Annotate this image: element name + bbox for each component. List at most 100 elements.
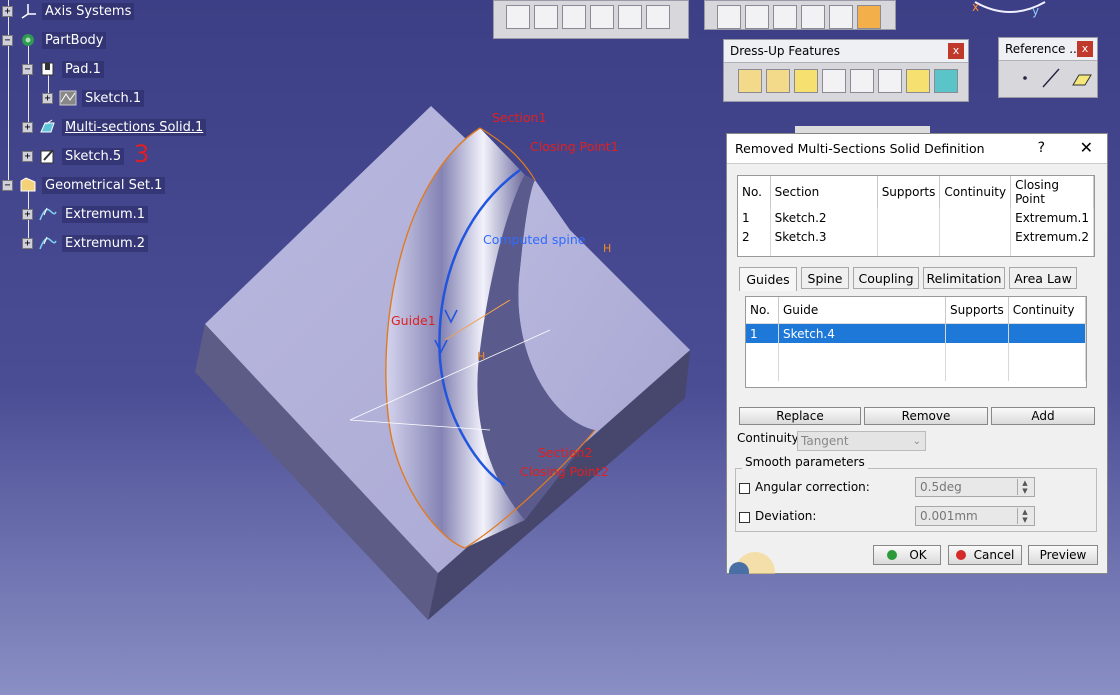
extremum-icon — [39, 236, 57, 250]
cancel-button[interactable]: Cancel — [948, 545, 1022, 565]
chevron-down-icon: ⌄ — [912, 436, 921, 447]
remove-face-button[interactable] — [906, 69, 930, 93]
replace-button[interactable]: Replace — [739, 407, 861, 425]
continuity-select[interactable]: Tangent ⌄ — [797, 431, 926, 451]
dressup-features-toolbar: Dress-Up Features x — [723, 39, 969, 102]
table-cell: 2 — [738, 227, 771, 246]
toolbar-button[interactable] — [745, 5, 769, 29]
tree-item-partbody[interactable]: − PartBody — [0, 29, 107, 51]
toolbar-button[interactable] — [801, 5, 825, 29]
help-button[interactable]: ? — [1038, 140, 1045, 156]
table-cell: Sketch.2 — [770, 208, 878, 227]
continuity-label: Continuity: — [737, 431, 802, 445]
tree-item-geometrical-set[interactable]: − Geometrical Set.1 — [0, 174, 166, 196]
h-marker-label: H — [477, 350, 486, 363]
spinner-arrows-icon[interactable]: ▲ ▼ — [1017, 508, 1032, 524]
toolbar-close-button[interactable]: x — [948, 43, 964, 59]
table-cell — [939, 208, 1012, 227]
toolbar-button[interactable] — [590, 5, 614, 29]
tree-label: Axis Systems — [42, 2, 135, 20]
toolbar-button[interactable] — [646, 5, 670, 29]
table-row[interactable] — [738, 246, 1094, 256]
spinner-arrows-icon[interactable]: ▲ ▼ — [1017, 479, 1032, 495]
table-cell: 1 — [746, 323, 779, 343]
tab-spine[interactable]: Spine — [801, 267, 849, 289]
tree-label: Geometrical Set.1 — [42, 176, 166, 194]
tree-item-extremum2[interactable]: + Extremum.2 — [20, 232, 149, 254]
toolbar-button[interactable] — [562, 5, 586, 29]
column-header: Guide — [778, 297, 946, 324]
chamfer-button[interactable] — [766, 69, 790, 93]
table-row[interactable]: 1 Sketch.2 Extremum.1 — [738, 208, 1094, 227]
expand-icon[interactable]: + — [42, 93, 53, 104]
tree-label: Extremum.1 — [62, 205, 149, 223]
deviation-checkbox[interactable] — [739, 512, 750, 523]
tree-label: Multi-sections Solid.1 — [62, 118, 207, 136]
plane-icon[interactable] — [1072, 74, 1092, 86]
expand-icon[interactable]: + — [2, 6, 13, 17]
line-icon[interactable] — [1042, 68, 1060, 88]
toolbar-button[interactable] — [717, 5, 741, 29]
table-row[interactable] — [746, 343, 1086, 362]
expand-icon[interactable]: + — [22, 122, 33, 133]
tree-item-axis-systems[interactable]: + Axis Systems — [0, 0, 135, 22]
tree-item-multisections-solid[interactable]: + Multi-sections Solid.1 — [20, 116, 207, 138]
angular-correction-field[interactable]: 0.5deg ▲ ▼ — [915, 477, 1035, 497]
toolbar-close-button[interactable]: x — [1077, 41, 1093, 57]
tree-label: Extremum.2 — [62, 234, 149, 252]
angular-correction-checkbox[interactable] — [739, 483, 750, 494]
shell-button[interactable] — [822, 69, 846, 93]
preview-button[interactable]: Preview — [1028, 545, 1098, 565]
deviation-label: Deviation: — [755, 509, 817, 523]
toolbar-button[interactable] — [773, 5, 797, 29]
tab-relimitation[interactable]: Relimitation — [923, 267, 1005, 289]
table-row[interactable] — [746, 362, 1086, 381]
cancel-label: Cancel — [973, 548, 1015, 562]
expand-icon[interactable]: + — [22, 151, 33, 162]
closing-point2-label: Closing Point2 — [520, 464, 609, 479]
tab-guides[interactable]: Guides — [739, 267, 797, 291]
toolbar-button[interactable] — [534, 5, 558, 29]
toolbar-button[interactable] — [506, 5, 530, 29]
toolbar-button[interactable] — [857, 5, 881, 29]
toolbar-button[interactable] — [829, 5, 853, 29]
h-marker-label: H — [603, 242, 612, 255]
section1-label: Section1 — [492, 110, 547, 125]
table-row-selected[interactable]: 1 Sketch.4 — [746, 323, 1086, 343]
remove-button[interactable]: Remove — [864, 407, 988, 425]
draft-button[interactable] — [794, 69, 818, 93]
table-row[interactable]: 2 Sketch.3 Extremum.2 — [738, 227, 1094, 246]
tab-coupling[interactable]: Coupling — [853, 267, 919, 289]
add-button[interactable]: Add — [991, 407, 1095, 425]
toolbar-title: Dress-Up Features — [724, 40, 968, 63]
deviation-field[interactable]: 0.001mm ▲ ▼ — [915, 506, 1035, 526]
collapse-icon[interactable]: − — [2, 180, 13, 191]
tree-item-extremum1[interactable]: + Extremum.1 — [20, 203, 149, 225]
ok-button[interactable]: OK — [873, 545, 941, 565]
reference-toolbar: Reference ... x — [998, 37, 1098, 98]
geometrical-set-icon — [20, 177, 36, 192]
expand-icon[interactable]: + — [22, 209, 33, 220]
toolbar-button[interactable] — [618, 5, 642, 29]
expand-icon[interactable]: + — [22, 238, 33, 249]
axis-system-icon — [21, 4, 36, 19]
angular-correction-value: 0.5deg — [920, 480, 962, 494]
column-header: No. — [738, 176, 771, 208]
thread-button[interactable] — [878, 69, 902, 93]
ok-label: OK — [909, 548, 927, 562]
column-header: Supports — [945, 297, 1009, 324]
thickness-button[interactable] — [850, 69, 874, 93]
point-icon[interactable] — [1023, 76, 1027, 80]
fillet-button[interactable] — [738, 69, 762, 93]
tab-area-law[interactable]: Area Law — [1009, 267, 1077, 289]
tree-item-pad[interactable]: − Pad.1 — [20, 58, 104, 80]
replace-face-button[interactable] — [934, 69, 958, 93]
sections-table: No. Section Supports Continuity Closing … — [738, 176, 1094, 256]
close-button[interactable]: ✕ — [1080, 138, 1093, 157]
collapse-icon[interactable]: − — [2, 35, 13, 46]
tree-item-sketch1[interactable]: + Sketch.1 — [40, 87, 145, 109]
tree-item-sketch5[interactable]: + Sketch.5 — [20, 145, 125, 167]
collapse-icon[interactable]: − — [22, 64, 33, 75]
part-3d-model[interactable] — [190, 100, 700, 625]
extremum-icon — [39, 207, 57, 221]
